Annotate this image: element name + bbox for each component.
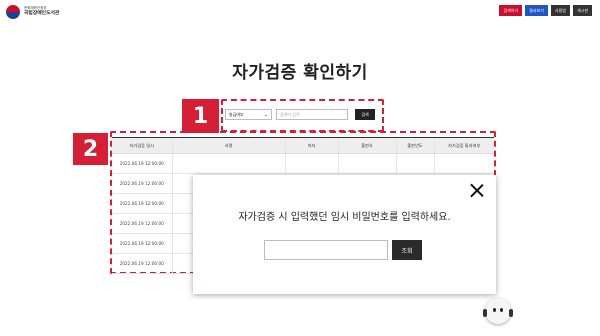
search-input[interactable] <box>276 109 348 120</box>
select-value: 발급여부 <box>229 111 244 117</box>
lookup-button[interactable]: 조회 <box>392 240 422 260</box>
chatbot-mascot-icon[interactable] <box>483 298 513 324</box>
usage-nav-button[interactable]: 사용법 <box>550 5 570 16</box>
password-modal <box>193 175 496 294</box>
col-verification-time: 자가검증 일시 <box>112 137 172 154</box>
col-pub-year: 출판년도 <box>395 137 434 154</box>
table-header-row: 자가검증 일시 서명 저자 출판사 출판년도 자가검증 통과여부 <box>112 137 494 154</box>
logo-emblem-icon <box>6 5 20 19</box>
modal-message: 자가검증 시 입력했던 임시 비밀번호를 입력하세요. <box>238 212 451 223</box>
temp-password-input[interactable] <box>264 240 388 260</box>
chevron-down-icon: ⌄ <box>263 112 268 118</box>
annotation-badge-2: 2 <box>73 133 108 165</box>
search-nav-button[interactable]: 검색하기 <box>499 5 523 16</box>
search-button[interactable]: 검색 <box>355 109 375 120</box>
cell-time: 2022.06.19 12:00:00 <box>112 193 172 214</box>
annotation-badge-1: 1 <box>182 99 219 133</box>
col-author: 저자 <box>284 137 338 154</box>
results-nav-button[interactable]: 결과보기 <box>525 5 548 16</box>
close-icon[interactable] <box>470 183 484 197</box>
logo-library-text: 국립장애인도서관 <box>24 11 60 17</box>
site-logo[interactable]: 문화체육관광부 국립장애인도서관 <box>6 5 59 19</box>
board-nav-button[interactable]: 게시판 <box>572 5 592 16</box>
col-pass-status: 자가검증 통과여부 <box>433 137 494 154</box>
col-publisher: 출판사 <box>337 137 396 154</box>
col-title: 서명 <box>171 137 285 154</box>
page-title: 자가검증 확인하기 <box>232 63 368 83</box>
top-nav: 검색하기 결과보기 사용법 게시판 <box>499 5 592 16</box>
cell-time: 2022.06.19 12:00:00 <box>112 173 172 194</box>
cell-time: 2022.06.19 12:00:00 <box>112 153 172 174</box>
issue-status-select[interactable]: 발급여부 ⌄ <box>225 109 272 120</box>
cell-time: 2022.06.19 12:00:00 <box>112 253 172 274</box>
table-row[interactable]: 2022.06.19 12:00:00 <box>112 153 494 174</box>
cell-time: 2022.06.19 12:00:00 <box>112 233 172 254</box>
cell-time: 2022.06.19 12:00:00 <box>112 213 172 234</box>
